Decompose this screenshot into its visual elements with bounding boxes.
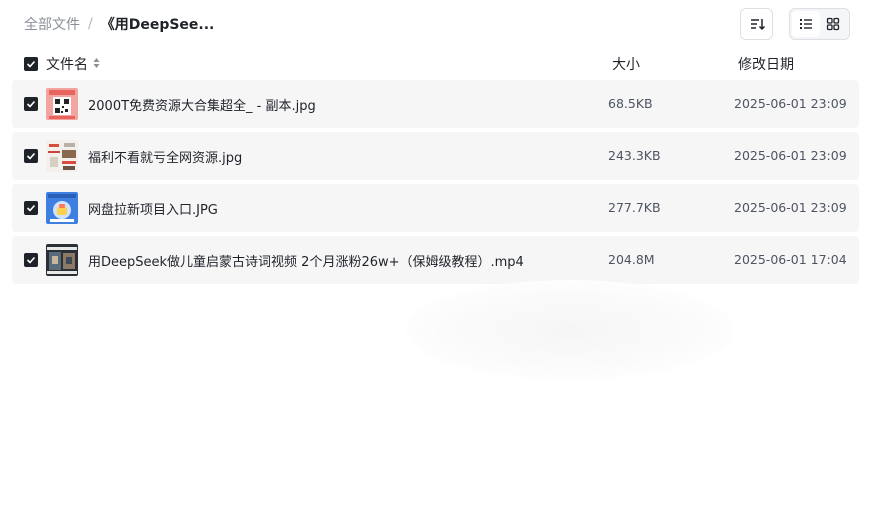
file-row[interactable]: 网盘拉新项目入口.JPG 277.7KB 2025-06-01 23:09 [12,184,859,232]
column-header-name[interactable]: 文件名 [46,54,100,74]
column-name-label: 文件名 [46,57,88,73]
check-icon [26,256,36,264]
sort-button[interactable] [740,8,773,40]
file-name[interactable]: 福利不看就亏全网资源.jpg [88,147,242,166]
row-checkbox[interactable] [24,253,38,267]
check-icon [26,152,36,160]
file-size: 204.8M [608,252,655,267]
file-name[interactable]: 用DeepSeek做儿童启蒙古诗词视频 2个月涨粉26w+（保姆级教程）.mp4 [88,251,524,270]
file-thumbnail [46,140,78,172]
file-size: 277.7KB [608,200,661,215]
row-checkbox[interactable] [24,201,38,215]
breadcrumb-current-folder: 《用DeepSee... [100,17,215,33]
breadcrumb-separator: / [88,16,93,32]
file-name[interactable]: 2000T免费资源大合集超全_ - 副本.jpg [88,95,316,114]
sort-caret-icon [93,57,100,73]
file-size: 68.5KB [608,96,653,111]
grid-view-icon [827,17,840,31]
list-view-icon [799,19,812,29]
sort-icon [750,19,765,31]
file-row[interactable]: 福利不看就亏全网资源.jpg 243.3KB 2025-06-01 23:09 [12,132,859,180]
breadcrumb-root-link[interactable]: 全部文件 [24,14,80,34]
row-checkbox[interactable] [24,97,38,111]
file-thumbnail [46,88,78,120]
file-table-header: 文件名 大小 修改日期 [12,52,859,76]
column-header-modified[interactable]: 修改日期 [738,54,794,74]
file-name[interactable]: 网盘拉新项目入口.JPG [88,199,218,218]
file-date: 2025-06-01 23:09 [734,200,847,215]
file-thumbnail [46,192,78,224]
file-row[interactable]: 2000T免费资源大合集超全_ - 副本.jpg 68.5KB 2025-06-… [12,80,859,128]
file-list: 2000T免费资源大合集超全_ - 副本.jpg 68.5KB 2025-06-… [12,80,859,288]
background-fade [405,280,735,380]
column-header-size[interactable]: 大小 [612,54,640,74]
file-row[interactable]: 用DeepSeek做儿童启蒙古诗词视频 2个月涨粉26w+（保姆级教程）.mp4… [12,236,859,284]
breadcrumb: 全部文件 / 《用DeepSee... [24,14,214,34]
file-size: 243.3KB [608,148,661,163]
file-date: 2025-06-01 23:09 [734,96,847,111]
check-icon [26,60,36,68]
file-date: 2025-06-01 17:04 [734,252,847,267]
row-checkbox[interactable] [24,149,38,163]
check-icon [26,100,36,108]
video-thumbnail [46,244,78,276]
view-toggle [789,8,850,40]
list-view-button[interactable] [792,11,820,37]
select-all-checkbox[interactable] [24,57,38,71]
grid-view-button[interactable] [820,11,848,37]
check-icon [26,204,36,212]
file-date: 2025-06-01 23:09 [734,148,847,163]
